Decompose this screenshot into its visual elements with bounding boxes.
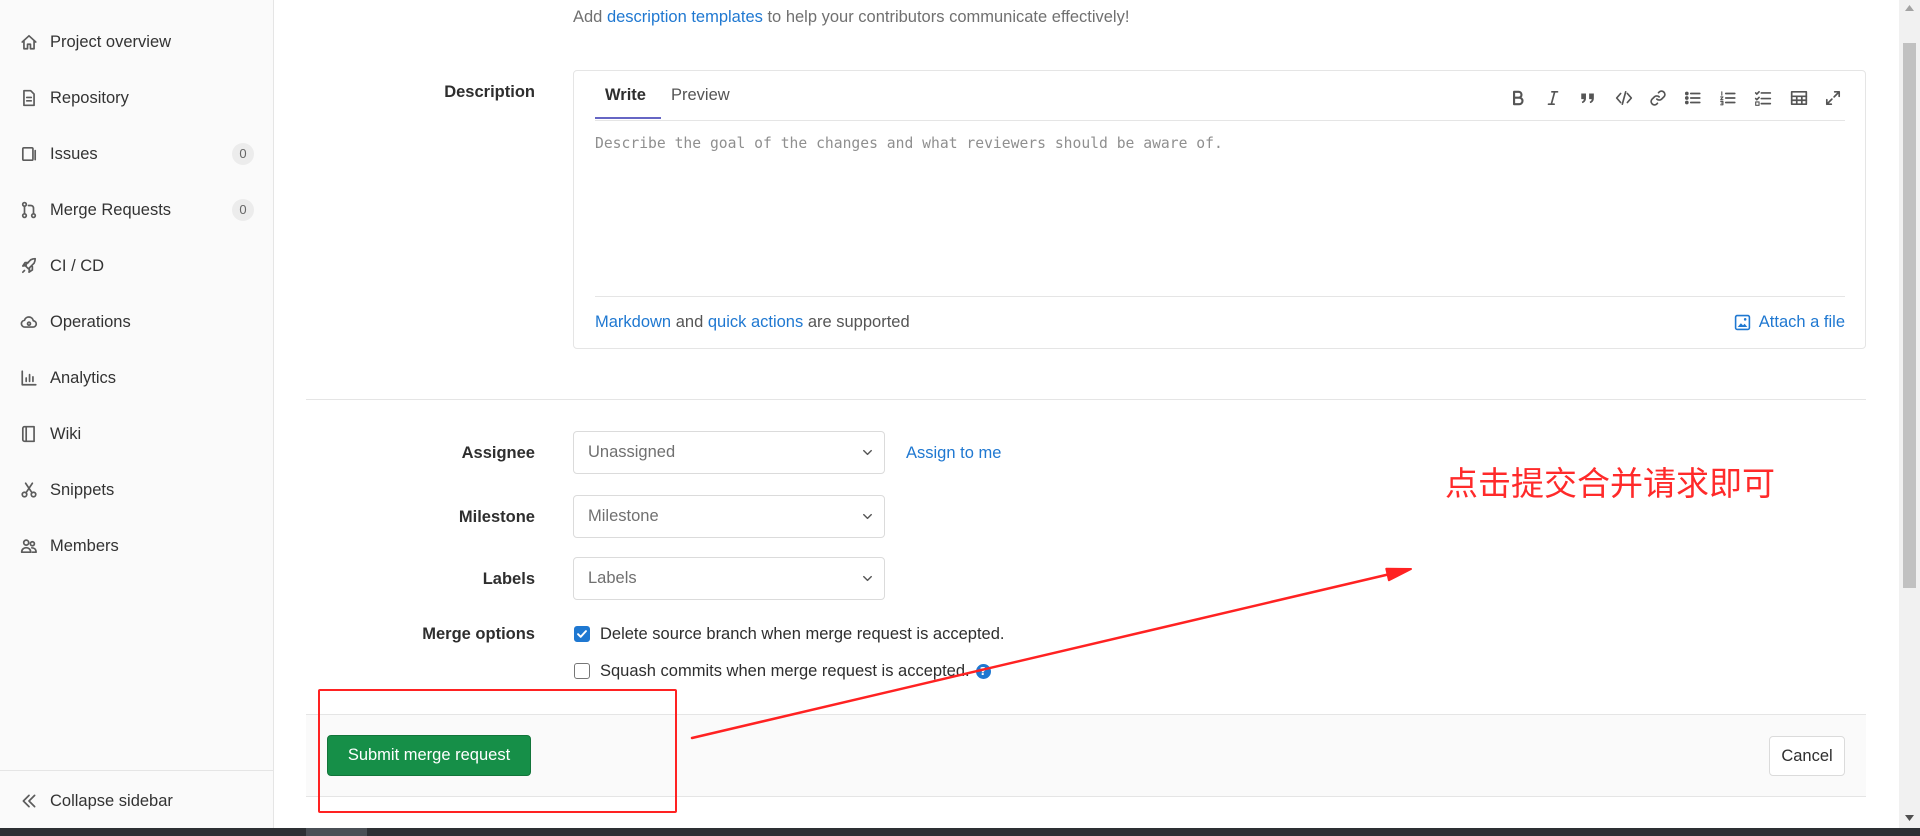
markdown-support-note: Markdown and quick actions are supported (595, 311, 910, 333)
description-templates-link[interactable]: description templates (607, 8, 763, 26)
milestone-dropdown[interactable]: Milestone (573, 495, 885, 538)
issues-count-badge: 0 (232, 143, 254, 165)
editor-footer-divider (595, 296, 1845, 297)
collapse-sidebar-label: Collapse sidebar (50, 792, 173, 810)
book-icon (20, 425, 38, 443)
sidebar-item-analytics[interactable]: Analytics (0, 350, 273, 406)
markdown-and-text: and (675, 313, 704, 331)
markdown-link[interactable]: Markdown (595, 313, 671, 331)
collapse-sidebar-button[interactable]: Collapse sidebar (0, 773, 273, 829)
assign-to-me-link[interactable]: Assign to me (906, 442, 1001, 464)
sidebar-item-label: Merge Requests (50, 201, 172, 219)
milestone-label: Milestone (458, 508, 535, 526)
sidebar-item-label: Issues (50, 145, 98, 163)
milestone-value: Milestone (588, 507, 659, 525)
double-chevron-left-icon (20, 792, 38, 810)
scroll-up-arrow-icon[interactable] (1904, 4, 1915, 12)
description-templates-hint: Add description templates to help your c… (573, 6, 1129, 28)
hint-suffix: to help your contributors communicate ef… (767, 8, 1130, 26)
delete-source-branch-option: Delete source branch when merge request … (573, 623, 1004, 645)
description-label: Description (444, 83, 535, 101)
sidebar-item-project-overview[interactable]: Project overview (0, 14, 273, 70)
annotation-text: 点击提交合并请求即可 (1445, 465, 1775, 502)
chart-icon (20, 369, 38, 387)
task-list-icon[interactable] (1754, 89, 1772, 107)
sidebar-item-ci-cd[interactable]: CI / CD (0, 238, 273, 294)
attach-file-label: Attach a file (1758, 313, 1845, 331)
sidebar-item-wiki[interactable]: Wiki (0, 406, 273, 462)
tabs-divider (595, 120, 1845, 121)
squash-commits-label[interactable]: Squash commits when merge request is acc… (600, 660, 970, 682)
sidebar-item-snippets[interactable]: Snippets (0, 462, 273, 518)
sidebar-item-label: Repository (50, 89, 129, 107)
assignee-value: Unassigned (588, 443, 676, 461)
cloud-icon (20, 313, 38, 331)
question-mark-help-icon[interactable]: ? (975, 663, 991, 679)
scrollbar-thumb[interactable] (1903, 43, 1916, 588)
chevron-down-icon (860, 445, 875, 460)
sidebar-item-label: Wiki (50, 425, 82, 443)
chevron-down-icon (860, 509, 875, 524)
labels-label: Labels (482, 570, 535, 588)
assignee-label: Assignee (461, 444, 535, 462)
document-icon (20, 89, 38, 107)
quote-icon[interactable] (1579, 89, 1597, 107)
delete-source-branch-checkbox[interactable] (574, 626, 590, 642)
merge-request-icon (20, 201, 38, 219)
page-scrollbar[interactable] (1899, 0, 1920, 828)
markdown-supported-text: are supported (807, 313, 910, 331)
sidebar: Project overview Repository Issues 0 Mer… (0, 0, 274, 828)
description-textarea[interactable] (595, 127, 1845, 287)
delete-source-branch-label[interactable]: Delete source branch when merge request … (600, 623, 1004, 645)
bold-icon[interactable] (1509, 89, 1527, 107)
squash-commits-checkbox[interactable] (574, 663, 590, 679)
sidebar-item-merge-requests[interactable]: Merge Requests 0 (0, 182, 273, 238)
merge-requests-count-badge: 0 (232, 199, 254, 221)
tab-write[interactable]: Write (605, 82, 646, 108)
sidebar-item-label: Operations (50, 313, 131, 331)
table-icon[interactable] (1790, 89, 1808, 107)
bottom-bar (0, 828, 1920, 836)
fullscreen-icon[interactable] (1824, 89, 1842, 107)
italic-icon[interactable] (1544, 89, 1562, 107)
numbered-list-icon[interactable] (1719, 89, 1737, 107)
attach-file-button[interactable]: Attach a file (1734, 311, 1845, 333)
sidebar-divider (0, 770, 273, 771)
chevron-down-icon (860, 571, 875, 586)
sidebar-item-label: CI / CD (50, 257, 105, 275)
form-actions-bar (306, 714, 1866, 797)
active-tab-indicator (595, 117, 661, 119)
merge-options-label: Merge options (422, 625, 535, 643)
squash-commits-option: Squash commits when merge request is acc… (573, 660, 991, 682)
sidebar-item-repository[interactable]: Repository (0, 70, 273, 126)
scroll-down-arrow-icon[interactable] (1904, 814, 1915, 822)
sidebar-item-label: Members (50, 537, 119, 555)
tab-preview[interactable]: Preview (671, 82, 730, 108)
issues-icon (20, 145, 38, 163)
home-icon (20, 33, 38, 51)
image-icon (1734, 314, 1751, 331)
sidebar-item-members[interactable]: Members (0, 518, 273, 574)
sidebar-item-operations[interactable]: Operations (0, 294, 273, 350)
rocket-icon (20, 257, 38, 275)
link-icon[interactable] (1649, 89, 1667, 107)
assignee-dropdown[interactable]: Unassigned (573, 431, 885, 474)
sidebar-item-issues[interactable]: Issues 0 (0, 126, 273, 182)
sidebar-item-label: Snippets (50, 481, 115, 499)
submit-merge-request-button[interactable]: Submit merge request (327, 735, 531, 776)
description-editor: Write Preview Markdown and quick actions… (573, 70, 1866, 349)
section-divider (306, 399, 1866, 400)
sidebar-item-label: Analytics (50, 369, 117, 387)
bullet-list-icon[interactable] (1684, 89, 1702, 107)
hint-prefix: Add (573, 8, 603, 26)
users-icon (20, 537, 38, 555)
labels-value: Labels (588, 569, 637, 587)
scissors-icon (20, 481, 38, 499)
cancel-button[interactable]: Cancel (1769, 736, 1845, 776)
labels-dropdown[interactable]: Labels (573, 557, 885, 600)
sidebar-item-label: Project overview (50, 33, 172, 51)
bottom-bar-segment (306, 828, 367, 836)
quick-actions-link[interactable]: quick actions (708, 313, 803, 331)
code-icon[interactable] (1615, 89, 1633, 107)
